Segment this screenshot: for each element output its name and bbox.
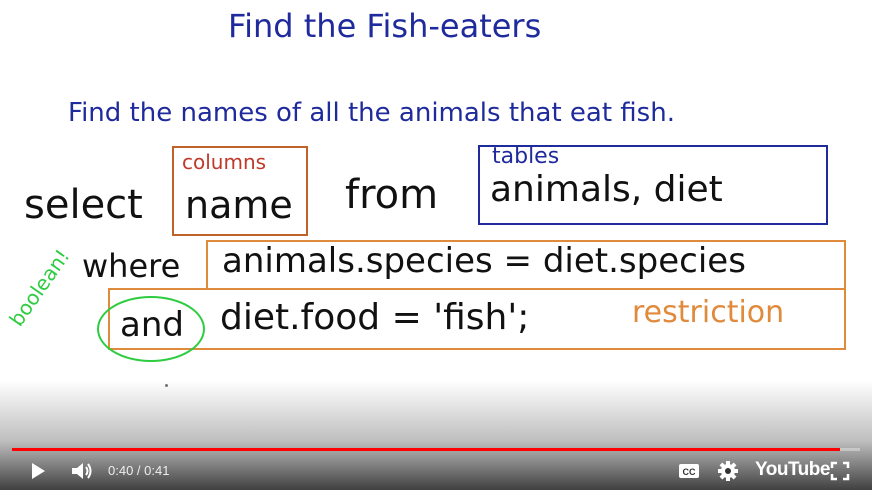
progress-fill [12, 448, 840, 451]
play-icon[interactable] [28, 461, 48, 481]
from-keyword: from [345, 172, 439, 218]
condition-1: animals.species = diet.species [222, 241, 746, 281]
duration: 0:41 [144, 463, 170, 478]
tables-label: tables [492, 144, 560, 169]
time-display: 0:40 / 0:41 [108, 463, 169, 478]
settings-icon[interactable] [717, 460, 739, 482]
progress-bar[interactable] [12, 448, 860, 451]
condition-2: diet.food = 'fish'; [220, 297, 530, 338]
name-word: name [185, 183, 293, 227]
slide-title: Find the Fish-eaters [228, 7, 542, 45]
time-separator: / [133, 463, 145, 478]
svg-text:CC: CC [683, 467, 696, 477]
fullscreen-icon[interactable] [830, 461, 850, 481]
and-keyword: and [120, 305, 184, 345]
boolean-label: boolean! [4, 244, 75, 331]
youtube-logo[interactable]: YouTube [755, 459, 830, 481]
restriction-label: restriction [632, 295, 785, 330]
captions-icon[interactable]: CC [678, 463, 700, 479]
current-time: 0:40 [108, 463, 134, 478]
slide-subtitle: Find the names of all the animals that e… [68, 98, 675, 128]
tables-value: animals, diet [490, 169, 723, 210]
select-keyword: select [24, 182, 143, 228]
columns-label: columns [182, 150, 267, 174]
volume-icon[interactable] [70, 460, 94, 482]
where-keyword: where [82, 247, 181, 285]
